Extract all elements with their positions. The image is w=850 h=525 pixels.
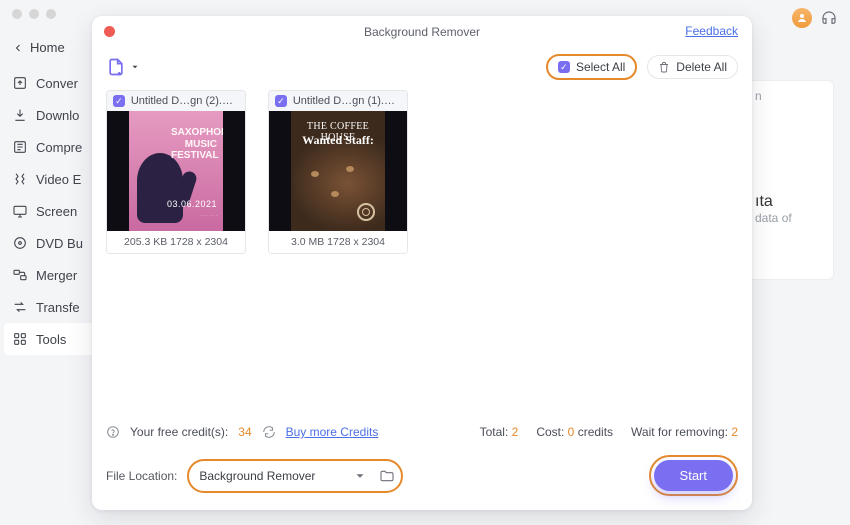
feedback-link[interactable]: Feedback (685, 24, 738, 38)
sidebar-item-label: Screen (36, 204, 77, 219)
videoedit-icon (12, 171, 28, 187)
thumbnail-image: THE COFFEE HOUSEWanted Staff: (291, 111, 385, 231)
add-files-button[interactable] (106, 57, 140, 77)
credits-label: Your free credit(s): (130, 425, 228, 439)
add-file-icon (106, 57, 126, 77)
sidebar-item-tools[interactable]: Tools (4, 323, 96, 355)
help-icon[interactable] (106, 425, 120, 439)
chevron-down-icon[interactable] (353, 469, 367, 483)
trash-icon (658, 61, 670, 73)
thumbnail-image: SAXOPHONEMUSICFESTIVAL03.06.2021· · · · … (129, 111, 223, 231)
top-right-actions (792, 8, 838, 28)
sidebar-item-label: Conver (36, 76, 78, 91)
delete-all-label: Delete All (676, 60, 727, 74)
file-name: Untitled D…gn (1).png (293, 95, 401, 107)
checkbox-checked-icon[interactable]: ✓ (113, 95, 125, 107)
sidebar-item-compress[interactable]: Compre (4, 131, 96, 163)
select-all-label: Select All (576, 60, 625, 74)
background-remover-modal: Background Remover Feedback ✓ Select All… (92, 16, 752, 510)
app-frame: Home Conver Downlo Compre Video E Screen DVD … (0, 0, 850, 525)
file-location-input[interactable] (195, 463, 345, 489)
sidebar-item-screen[interactable]: Screen (4, 195, 96, 227)
file-card[interactable]: ✓ Untitled D…gn (2).png SAXOPHONEMUSICFEST… (106, 90, 246, 254)
file-meta: 3.0 MB 1728 x 2304 (269, 231, 407, 253)
credits-value: 34 (238, 425, 251, 439)
support-button[interactable] (820, 9, 838, 27)
headset-icon (820, 9, 838, 27)
bg-sub: data of (755, 211, 825, 225)
modal-footer: Your free credit(s): 34 Buy more Credits… (92, 415, 752, 510)
transfer-icon (12, 299, 28, 315)
bg-text: n (755, 89, 825, 103)
tools-icon (12, 331, 28, 347)
select-all-button[interactable]: ✓ Select All (546, 54, 637, 80)
file-card[interactable]: ✓ Untitled D…gn (1).png THE COFFEE HOUSEWa… (268, 90, 408, 254)
file-card-header: ✓ Untitled D…gn (1).png (269, 91, 407, 111)
thumbnail: SAXOPHONEMUSICFESTIVAL03.06.2021· · · · … (107, 111, 245, 231)
credits-row: Your free credit(s): 34 Buy more Credits… (106, 425, 738, 439)
thumbnail: THE COFFEE HOUSEWanted Staff: (269, 111, 407, 231)
window-controls (12, 9, 56, 19)
sidebar-item-label: Tools (36, 332, 66, 347)
start-button[interactable]: Start (654, 460, 733, 491)
sidebar-item-label: Downlo (36, 108, 79, 123)
start-button-highlight: Start (649, 455, 738, 496)
sidebar-item-videoedit[interactable]: Video E (4, 163, 96, 195)
traffic-dot (29, 9, 39, 19)
modal-header: Background Remover Feedback (92, 16, 752, 48)
traffic-dot (12, 9, 22, 19)
sidebar-item-label: Video E (36, 172, 81, 187)
sidebar-item-download[interactable]: Downlo (4, 99, 96, 131)
wait-stat: Wait for removing: 2 (631, 425, 738, 439)
bg-heading: ıta (755, 193, 825, 211)
delete-all-button[interactable]: Delete All (647, 55, 738, 79)
sidebar-item-label: Merger (36, 268, 77, 283)
stats-group: Total: 2 Cost: 0 credits Wait for removi… (480, 425, 738, 439)
sidebar-list: Conver Downlo Compre Video E Screen DVD Bu Mer… (4, 67, 96, 355)
file-card-header: ✓ Untitled D…gn (2).png (107, 91, 245, 111)
file-location-control (187, 459, 403, 493)
sidebar-item-label: DVD Bu (36, 236, 83, 251)
location-row: File Location: Start (106, 455, 738, 496)
user-icon (796, 12, 808, 24)
total-stat: Total: 2 (480, 425, 519, 439)
avatar[interactable] (792, 8, 812, 28)
convert-icon (12, 75, 28, 91)
modal-title: Background Remover (364, 25, 480, 39)
toolbar-right: ✓ Select All Delete All (546, 54, 738, 80)
sidebar-item-label: Compre (36, 140, 82, 155)
sidebar-item-convert[interactable]: Conver (4, 67, 96, 99)
refresh-icon[interactable] (262, 425, 276, 439)
screen-icon (12, 203, 28, 219)
chevron-down-icon (130, 62, 140, 72)
back-home-label: Home (30, 40, 65, 55)
download-icon (12, 107, 28, 123)
sidebar-item-dvd[interactable]: DVD Bu (4, 227, 96, 259)
checkbox-checked-icon[interactable]: ✓ (275, 95, 287, 107)
traffic-dot (46, 9, 56, 19)
sidebar: Home Conver Downlo Compre Video E Screen DVD … (0, 28, 100, 525)
buy-more-credits-link[interactable]: Buy more Credits (286, 425, 379, 439)
file-meta: 205.3 KB 1728 x 2304 (107, 231, 245, 253)
sidebar-item-merger[interactable]: Merger (4, 259, 96, 291)
dvd-icon (12, 235, 28, 251)
chevron-left-icon (12, 42, 24, 54)
compress-icon (12, 139, 28, 155)
file-location-label: File Location: (106, 469, 177, 483)
cost-stat: Cost: 0 credits (536, 425, 613, 439)
checkbox-checked-icon: ✓ (558, 61, 570, 73)
file-name: Untitled D…gn (2).png (131, 95, 239, 107)
merger-icon (12, 267, 28, 283)
back-home-button[interactable]: Home (4, 34, 96, 61)
folder-open-icon[interactable] (379, 468, 395, 484)
sidebar-item-transfer[interactable]: Transfe (4, 291, 96, 323)
background-panel: n ıta data of (746, 80, 834, 280)
thumbnail-grid: ✓ Untitled D…gn (2).png SAXOPHONEMUSICFEST… (92, 90, 752, 254)
sidebar-item-label: Transfe (36, 300, 80, 315)
modal-toolbar: ✓ Select All Delete All (92, 48, 752, 90)
close-modal-button[interactable] (104, 26, 115, 37)
